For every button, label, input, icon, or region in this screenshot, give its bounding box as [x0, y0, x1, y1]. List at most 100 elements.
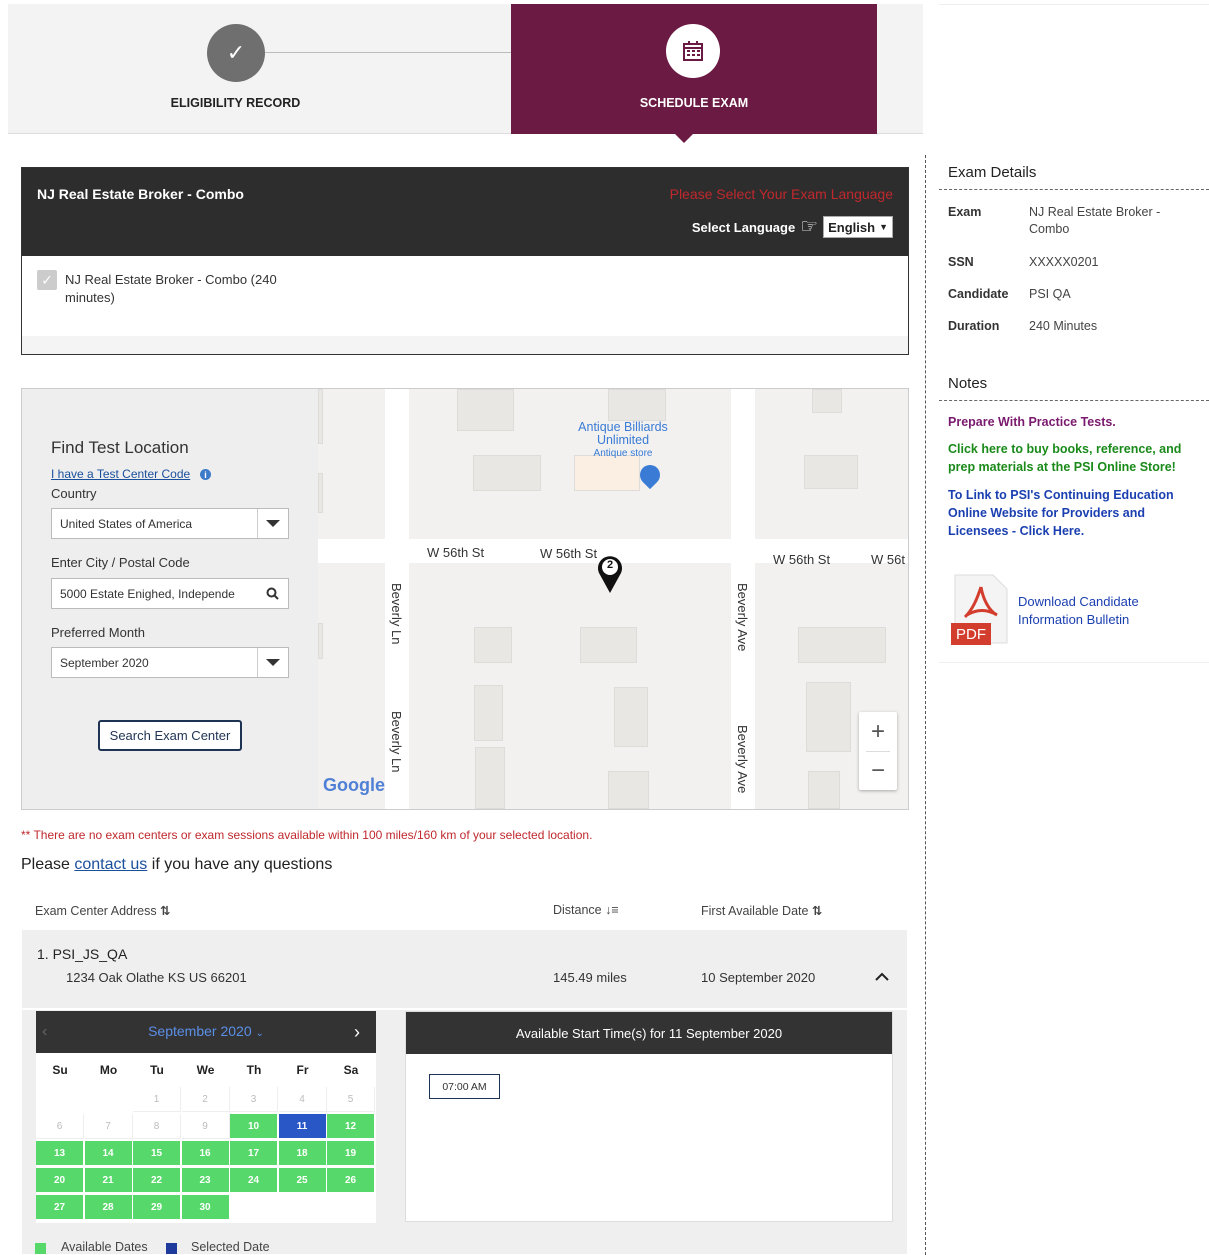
marker-count: 2 [606, 559, 614, 571]
address-header-label: Exam Center Address [35, 904, 157, 918]
map[interactable]: Antique Billiards Unlimited Antique stor… [318, 389, 908, 809]
distance-column-header[interactable]: Distance ↓≡ [553, 903, 619, 917]
calendar-day[interactable]: 19 [327, 1141, 375, 1166]
center-code-link[interactable]: I have a Test Center Code [51, 467, 190, 481]
address-column-header[interactable]: Exam Center Address ⇅ [35, 903, 171, 918]
calendar-day[interactable]: 22 [133, 1168, 181, 1193]
continuing-education-link[interactable]: To Link to PSI's Continuing Education On… [948, 486, 1198, 540]
available-legend-swatch [35, 1243, 46, 1254]
weekday-label: We [196, 1063, 215, 1077]
map-building [614, 687, 648, 747]
weekday-label: Tu [150, 1063, 164, 1077]
google-logo: Google [323, 775, 385, 795]
country-label: Country [51, 486, 97, 501]
calendar-day[interactable]: 28 [84, 1195, 133, 1220]
zoom-out-button[interactable]: − [859, 751, 897, 790]
month-label: Preferred Month [51, 625, 145, 640]
info-icon[interactable]: i [200, 469, 211, 480]
calendar-icon [666, 24, 720, 78]
calendar-day[interactable]: 27 [36, 1195, 84, 1220]
table-row[interactable]: 1. PSI_JS_QA 1234 Oak Olathe KS US 66201… [22, 930, 907, 1008]
exam-checkbox[interactable]: ✓ [37, 270, 57, 290]
search-icon[interactable] [257, 579, 288, 608]
street-label: Beverly Ln [389, 583, 404, 645]
calendar-day[interactable]: 15 [133, 1141, 181, 1166]
month-select[interactable]: September 2020 [51, 647, 289, 678]
calendar: ‹ September 2020 ⌄ › Su Mo Tu We Th Fr Sa 1234… [36, 1011, 376, 1223]
next-month-icon[interactable]: › [354, 1022, 360, 1043]
calendar-day[interactable]: 26 [327, 1168, 375, 1193]
result-title: 1. PSI_JS_QA [37, 946, 127, 962]
result-name: PSI_JS_QA [52, 946, 128, 962]
online-store-link[interactable]: Click here to buy books, reference, and … [948, 440, 1198, 476]
calendar-day: 2 [181, 1087, 230, 1112]
calendar-day[interactable]: 11 [278, 1114, 327, 1139]
calendar-day[interactable]: 18 [278, 1141, 327, 1166]
sort-icon: ⇅ [811, 904, 823, 918]
start-times-panel: Available Start Time(s) for 11 September… [405, 1011, 893, 1222]
download-bulletin-link[interactable]: Download Candidate Information Bulletin [1018, 593, 1168, 629]
calendar-day[interactable]: 30 [181, 1195, 230, 1220]
detail-value: XXXXX0201 [1029, 255, 1099, 269]
map-building [804, 455, 858, 489]
detail-label: SSN [948, 255, 974, 269]
practice-tests-link[interactable]: Prepare With Practice Tests. [948, 413, 1198, 431]
map-place-label[interactable]: Antique Billiards Unlimited Antique stor… [560, 421, 686, 460]
calendar-day: 3 [230, 1087, 278, 1112]
exam-options: ✓ NJ Real Estate Broker - Combo (240 min… [22, 256, 908, 336]
map-building [318, 473, 323, 513]
detail-label: Duration [948, 319, 1000, 333]
sort-ascending-icon: ↓≡ [605, 903, 619, 917]
calendar-day: 5 [327, 1087, 375, 1112]
calendar-day[interactable]: 21 [84, 1168, 133, 1193]
place-type: Antique store [593, 448, 653, 459]
weekday-label: Fr [296, 1063, 309, 1077]
street-label: Beverly Ln [389, 711, 404, 773]
map-building [574, 455, 640, 491]
contact-suffix: if you have any questions [147, 856, 333, 873]
calendar-day[interactable]: 24 [230, 1168, 278, 1193]
search-exam-center-button[interactable]: Search Exam Center [98, 720, 242, 751]
detail-label: Candidate [948, 287, 1009, 301]
street-label: W 56t [871, 552, 905, 567]
exam-title: NJ Real Estate Broker - Combo [37, 186, 244, 202]
map-building [473, 455, 541, 491]
start-times-title: Available Start Time(s) for 11 September… [406, 1012, 892, 1054]
result-first-date: 10 September 2020 [701, 970, 816, 985]
calendar-day[interactable]: 14 [84, 1141, 133, 1166]
shopping-bag-icon[interactable] [635, 460, 665, 490]
first-date-column-header[interactable]: First Available Date ⇅ [701, 903, 822, 918]
city-input[interactable]: 5000 Estate Enighed, Independe [51, 578, 289, 609]
calendar-day[interactable]: 25 [278, 1168, 327, 1193]
calendar-day[interactable]: 17 [230, 1141, 278, 1166]
calendar-day [230, 1195, 278, 1220]
language-select[interactable]: English ▼ [823, 216, 893, 238]
calendar-day [84, 1087, 133, 1112]
calendar-month-selector[interactable]: September 2020 ⌄ [36, 1023, 376, 1039]
calendar-day[interactable]: 12 [327, 1114, 375, 1139]
map-building [608, 771, 649, 809]
step-eligibility-label: ELIGIBILITY RECORD [170, 96, 301, 110]
contact-us-link[interactable]: contact us [74, 856, 147, 873]
calendar-day[interactable]: 20 [36, 1168, 84, 1193]
sidebar-divider [925, 155, 926, 1255]
pdf-icon[interactable]: PDF [951, 573, 1009, 645]
exam-panel: NJ Real Estate Broker - Combo Please Sel… [21, 167, 909, 355]
chevron-up-icon[interactable] [873, 968, 891, 986]
calendar-day: 7 [84, 1114, 133, 1139]
check-icon: ✓ [207, 24, 265, 82]
calendar-day[interactable]: 16 [181, 1141, 230, 1166]
map-building [608, 389, 666, 421]
country-select[interactable]: United States of America [51, 508, 289, 539]
distance-header-label: Distance [553, 903, 602, 917]
map-building [474, 685, 503, 741]
map-marker-icon[interactable]: 2 [596, 552, 624, 594]
result-index: 1. [37, 946, 49, 962]
no-centers-message: ** There are no exam centers or exam ses… [21, 828, 593, 842]
calendar-day[interactable]: 29 [133, 1195, 181, 1220]
calendar-day[interactable]: 23 [181, 1168, 230, 1193]
time-slot-button[interactable]: 07:00 AM [429, 1074, 500, 1099]
calendar-day[interactable]: 13 [36, 1141, 84, 1166]
zoom-in-button[interactable]: + [859, 712, 897, 751]
calendar-day[interactable]: 10 [230, 1114, 278, 1139]
